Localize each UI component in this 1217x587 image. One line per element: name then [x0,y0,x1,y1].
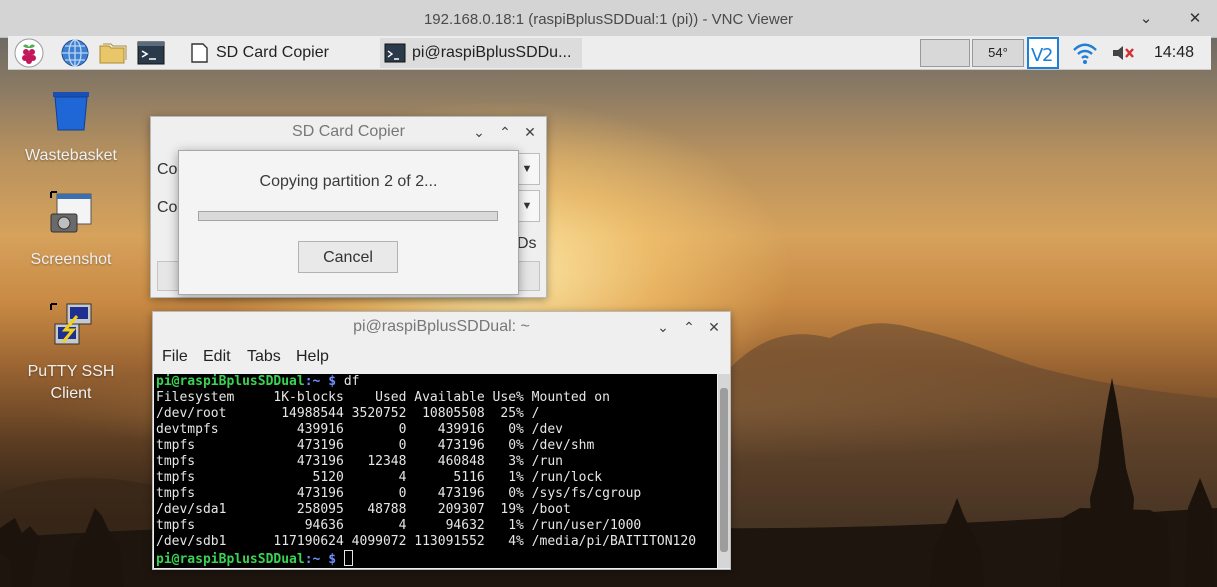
minimize-icon[interactable]: ⌄ [653,316,673,338]
vnc-server-icon[interactable]: V 2 [1026,36,1060,70]
desktop-icon-wastebasket[interactable]: Wastebasket [11,86,131,165]
vnc-titlebar: 192.168.0.18:1 (raspiBplusSDDual:1 (pi))… [0,0,1217,38]
terminal-cursor [343,550,353,566]
prompt-user: pi@raspiBplusSDDual [156,552,305,567]
df-row: tmpfs 473196 0 473196 0% /dev/shm [156,438,595,453]
taskbar-clock[interactable]: 14:48 [1154,44,1194,62]
taskbar-task-label: pi@raspiBplusSDDu... [412,44,572,61]
temperature-monitor[interactable]: 54° [972,39,1024,67]
taskbar-task-sd-card-copier[interactable]: SD Card Copier [184,38,374,68]
scrollbar-thumb[interactable] [720,388,728,552]
vnc-minimize-icon[interactable]: ⌄ [1135,8,1157,30]
close-icon[interactable]: ✕ [704,316,724,338]
terminal-menubar: File Edit Tabs Help [153,343,730,371]
desktop-icon-putty[interactable]: PuTTY SSH Client [11,302,131,403]
df-row: /dev/sdb1 117190624 4099072 113091552 4%… [156,534,697,549]
raspberry-menu-icon[interactable] [14,38,44,68]
terminal-titlebar[interactable]: pi@raspiBplusSDDual: ~ ⌄ ⌃ ✕ [153,312,730,342]
window-title: pi@raspiBplusSDDual: ~ [353,318,530,335]
new-partition-uuids-label: Ds [517,235,537,252]
copy-to-label: Co [157,199,178,216]
progress-message: Copying partition 2 of 2... [259,173,438,190]
svg-text:2: 2 [1042,45,1053,66]
df-row: devtmpfs 439916 0 439916 0% /dev [156,422,563,437]
volume-muted-icon[interactable] [1108,38,1138,68]
wastebasket-icon [53,92,89,131]
prompt-path: :~ $ [304,374,337,389]
window-title: SD Card Copier [292,123,405,140]
taskbar-task-label: SD Card Copier [216,44,329,61]
df-row: tmpfs 473196 0 473196 0% /sys/fs/cgroup [156,486,642,501]
sd-card-icon [191,43,208,63]
terminal-line: pi@raspiBplusSDDual:~ $ df [156,374,717,390]
copy-progress-dialog: Copying partition 2 of 2... Cancel [178,150,519,295]
maximize-icon[interactable]: ⌃ [495,121,515,143]
df-row: tmpfs 473196 12348 460848 3% /run [156,454,563,469]
df-row: tmpfs 5120 4 5116 1% /run/lock [156,470,603,485]
screenshot-icon [50,191,92,233]
copy-progress-bar [198,211,498,221]
desktop-icon-label: Wastebasket [25,147,117,164]
desktop-icon-label-line1: PuTTY SSH [27,363,115,380]
sd-card-copier-titlebar[interactable]: SD Card Copier ⌄ ⌃ ✕ [151,117,546,147]
terminal-launcher-icon[interactable] [136,38,166,68]
putty-icon [50,303,92,345]
terminal-output[interactable]: pi@raspiBplusSDDual:~ $ df Filesystem 1K-… [154,374,717,568]
terminal-header-line: Filesystem 1K-blocks Used Available Use%… [156,390,610,405]
taskbar: SD Card Copier pi@raspiBplusSDDu... 54° … [8,36,1211,70]
desktop-icon-label-line2: Client [50,385,92,402]
menu-edit[interactable]: Edit [203,348,231,366]
terminal-command: df [336,374,360,389]
desktop-icon-label: Screenshot [30,251,112,268]
df-row: /dev/sda1 258095 48788 209307 19% /boot [156,502,571,517]
menu-file[interactable]: File [162,348,188,366]
taskbar-task-terminal[interactable]: pi@raspiBplusSDDu... [380,38,582,68]
cancel-button[interactable]: Cancel [298,241,398,273]
prompt-path: :~ $ [304,552,337,567]
vnc-close-icon[interactable]: ✕ [1184,8,1206,30]
wifi-icon[interactable] [1070,38,1100,68]
terminal-icon [384,43,406,63]
file-manager-icon[interactable] [98,38,128,68]
df-rows: /dev/root 14988544 3520752 10805508 25% … [156,406,717,550]
terminal-window: pi@raspiBplusSDDual: ~ ⌄ ⌃ ✕ File Edit T… [152,311,731,570]
web-browser-icon[interactable] [60,38,90,68]
df-row: tmpfs 94636 4 94632 1% /run/user/1000 [156,518,642,533]
minimize-icon[interactable]: ⌄ [469,121,489,143]
desktop-icon-screenshot[interactable]: Screenshot [11,190,131,269]
maximize-icon[interactable]: ⌃ [679,316,699,338]
cpu-monitor-graph[interactable] [920,39,970,67]
terminal-scrollbar[interactable] [718,374,730,568]
df-row: /dev/root 14988544 3520752 10805508 25% … [156,406,540,421]
prompt-user: pi@raspiBplusSDDual [156,374,305,389]
copy-from-label: Co [157,161,178,178]
menu-help[interactable]: Help [296,348,329,366]
vnc-window-title: 192.168.0.18:1 (raspiBplusSDDual:1 (pi))… [423,11,794,28]
close-icon[interactable]: ✕ [520,121,540,143]
terminal-line: pi@raspiBplusSDDual:~ $ [156,550,717,568]
menu-tabs[interactable]: Tabs [247,348,281,366]
